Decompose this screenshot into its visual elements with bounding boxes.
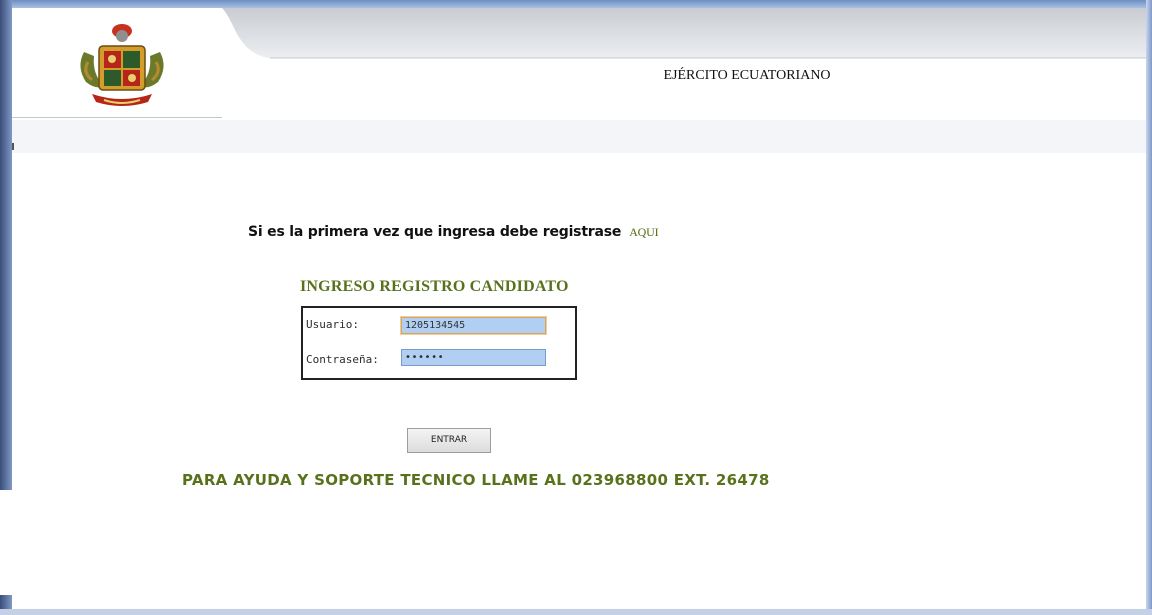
coat-of-arms-logo xyxy=(80,24,164,106)
login-form-title: INGRESO REGISTRO CANDIDATO xyxy=(300,278,569,295)
header-subband xyxy=(12,120,1146,153)
enter-button[interactable]: ENTRAR xyxy=(407,428,491,453)
password-mask: •••••• xyxy=(405,352,445,363)
password-label: Contraseña: xyxy=(306,353,379,366)
registration-prompt: Si es la primera vez que ingresa debe re… xyxy=(248,224,659,240)
window-frame-right xyxy=(1146,0,1152,615)
window-frame-top xyxy=(0,0,1152,8)
support-contact-text: PARA AYUDA Y SOPORTE TECNICO LLAME AL 02… xyxy=(182,471,770,489)
registration-prompt-text: Si es la primera vez que ingresa debe re… xyxy=(248,224,622,240)
header: EJÉRCITO ECUATORIANO xyxy=(12,8,1146,120)
page-content: EJÉRCITO ECUATORIANO Si es la primera ve… xyxy=(12,8,1146,609)
username-label: Usuario: xyxy=(306,318,359,331)
frame-gap xyxy=(0,490,12,595)
window-frame-bottom xyxy=(0,609,1152,615)
logo-underline xyxy=(12,117,222,118)
header-tab-shape xyxy=(222,8,1146,59)
register-here-link[interactable]: AQUI xyxy=(629,225,658,239)
organization-name: EJÉRCITO ECUATORIANO xyxy=(663,68,831,83)
edge-mark xyxy=(12,143,14,150)
password-input[interactable]: •••••• xyxy=(401,349,546,366)
login-form: Usuario: 1205134545 Contraseña: •••••• xyxy=(301,306,577,380)
username-input[interactable]: 1205134545 xyxy=(401,317,546,334)
